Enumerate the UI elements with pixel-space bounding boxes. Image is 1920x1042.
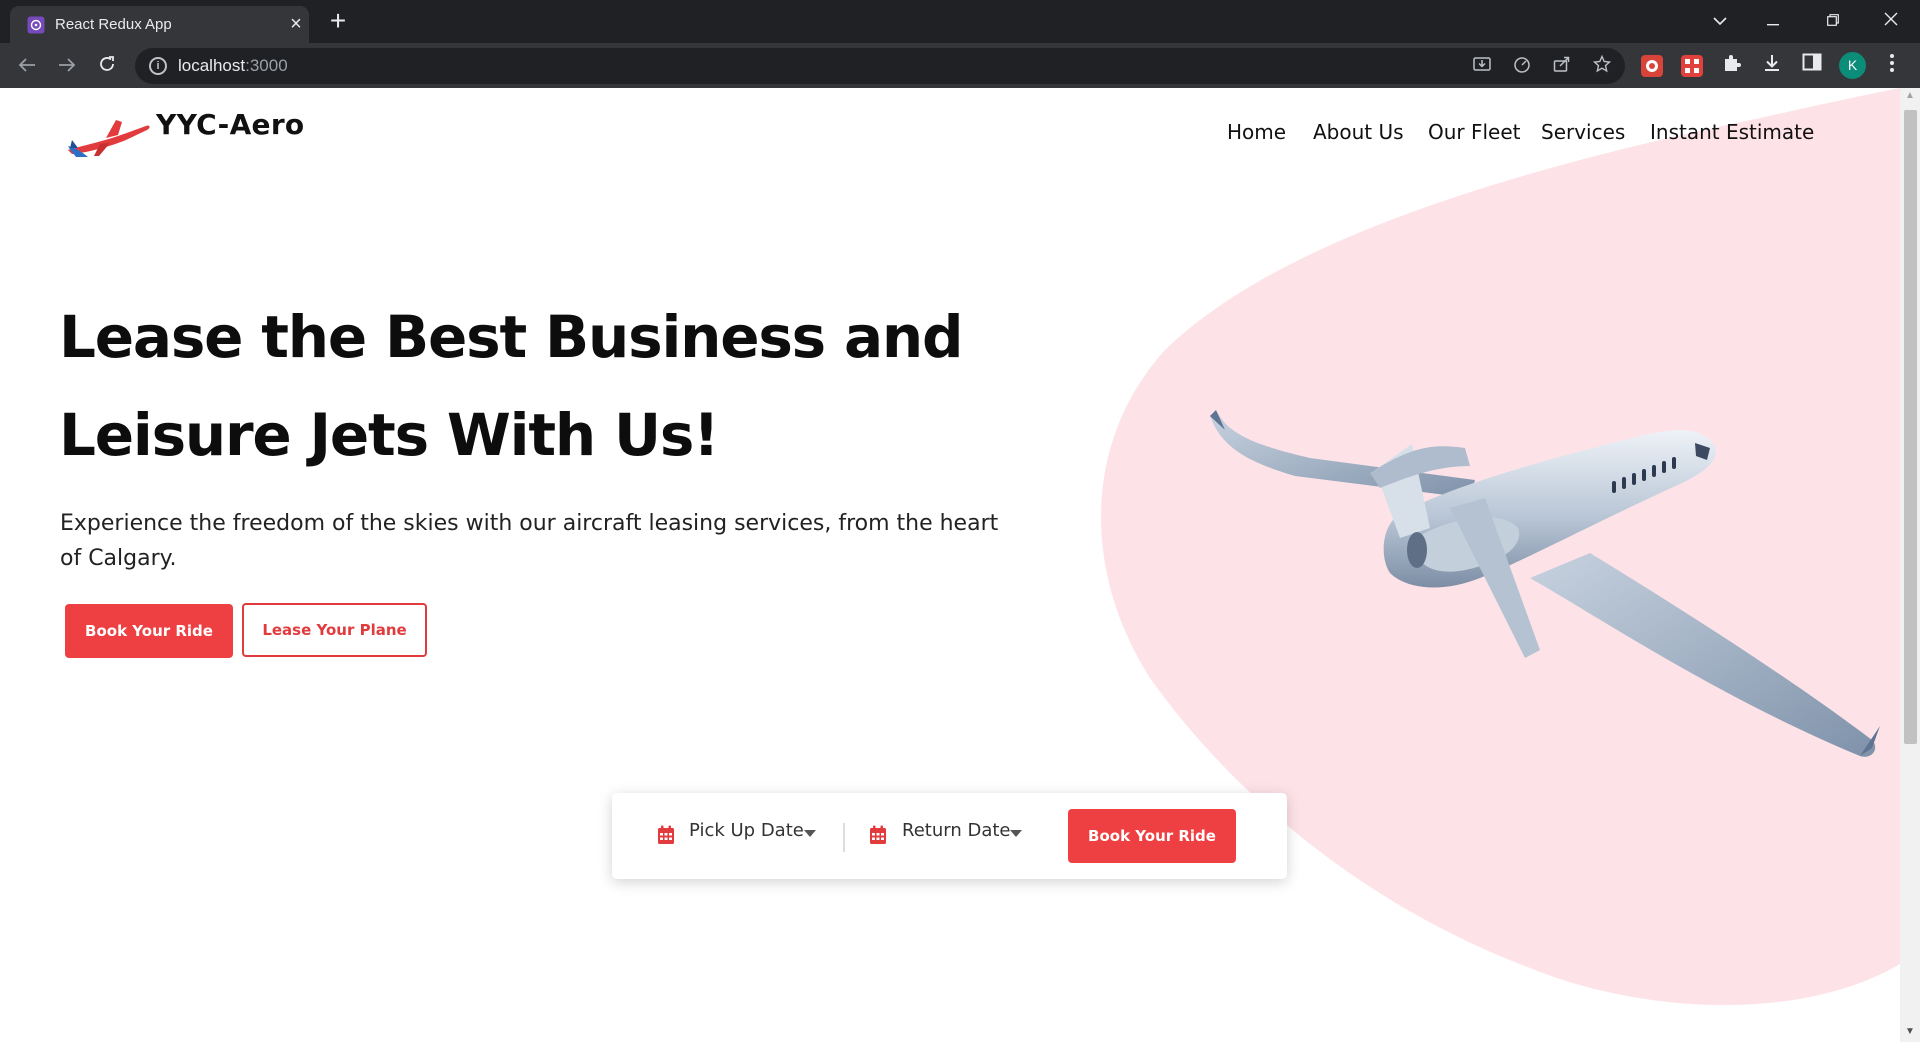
nav-services[interactable]: Services <box>1541 120 1625 144</box>
booking-book-your-ride-button[interactable]: Book Your Ride <box>1068 809 1236 863</box>
site-info-icon[interactable]: i <box>149 57 167 75</box>
booking-divider <box>843 823 845 852</box>
new-tab-plus-icon[interactable]: + <box>324 7 352 36</box>
nav-instant-estimate[interactable]: Instant Estimate <box>1650 120 1814 144</box>
booking-bar: Pick Up Date Return Date Book Your Ride <box>612 793 1287 879</box>
profile-avatar[interactable]: K <box>1839 52 1866 79</box>
url-host: localhost <box>178 56 246 75</box>
install-icon[interactable] <box>1471 55 1493 77</box>
back-icon[interactable] <box>12 51 42 81</box>
side-panel-icon[interactable] <box>1800 53 1824 77</box>
pickup-calendar-icon <box>658 825 674 844</box>
nav-our-fleet[interactable]: Our Fleet <box>1428 120 1521 144</box>
brand-name[interactable]: YYC-Aero <box>156 108 304 141</box>
return-calendar-icon <box>870 825 886 844</box>
nav-home[interactable]: Home <box>1227 120 1286 144</box>
tab-search-chevron-down-icon[interactable] <box>1700 6 1740 34</box>
scroll-down-arrow-icon[interactable]: ▼ <box>1900 1026 1920 1040</box>
app-favicon-icon <box>27 16 45 34</box>
menu-icon[interactable] <box>1880 53 1904 77</box>
browser-tab[interactable]: React Redux App × <box>10 6 309 43</box>
return-caret-down-icon[interactable] <box>1010 830 1022 837</box>
brand-logo-plane-icon <box>68 120 150 157</box>
forward-icon[interactable] <box>52 51 82 81</box>
private-jet-image <box>1210 410 1880 757</box>
address-bar[interactable]: i localhost:3000 <box>135 48 1625 84</box>
extension-red-icon[interactable] <box>1641 55 1663 77</box>
pickup-caret-down-icon[interactable] <box>804 830 816 837</box>
scroll-up-arrow-icon[interactable]: ▲ <box>1900 90 1920 104</box>
performance-icon[interactable] <box>1511 55 1533 77</box>
url-port: :3000 <box>245 56 288 75</box>
hero-subtitle: Experience the freedom of the skies with… <box>60 511 999 571</box>
hero-title-line-1: Lease the Best Business and <box>59 303 964 371</box>
extensions-puzzle-icon[interactable] <box>1720 53 1744 77</box>
download-icon[interactable] <box>1760 53 1784 77</box>
url-text[interactable]: localhost:3000 <box>178 56 288 76</box>
tab-title: React Redux App <box>55 16 172 33</box>
return-date-dropdown[interactable]: Return Date <box>902 820 1010 841</box>
share-icon[interactable] <box>1551 55 1573 77</box>
scroll-thumb[interactable] <box>1904 110 1917 744</box>
minimize-icon[interactable] <box>1753 6 1793 34</box>
lease-your-plane-button[interactable]: Lease Your Plane <box>242 603 427 657</box>
restore-icon[interactable] <box>1813 6 1853 34</box>
book-your-ride-button[interactable]: Book Your Ride <box>65 604 233 658</box>
page-viewport: YYC-Aero Home About Us Our Fleet Service… <box>0 88 1900 1042</box>
nav-about-us[interactable]: About Us <box>1313 120 1404 144</box>
browser-tabstrip: React Redux App × + <box>0 0 1920 43</box>
close-window-icon[interactable] <box>1871 6 1911 34</box>
page-scrollbar[interactable]: ▲ ▼ <box>1900 88 1920 1042</box>
reload-icon[interactable] <box>92 51 122 81</box>
pickup-date-dropdown[interactable]: Pick Up Date <box>689 820 804 841</box>
tab-close-icon[interactable]: × <box>285 13 307 35</box>
extension-grid-icon[interactable] <box>1681 55 1703 77</box>
hero-title-line-2: Leisure Jets With Us! <box>59 401 720 469</box>
star-icon[interactable] <box>1591 54 1613 77</box>
browser-toolbar: i localhost:3000 K <box>0 43 1920 88</box>
